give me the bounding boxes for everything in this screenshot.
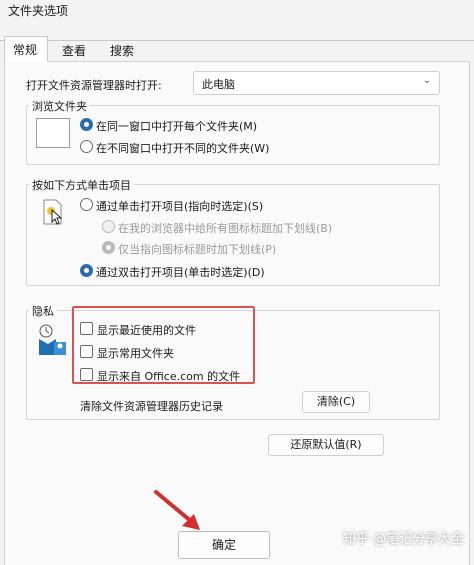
privacy-icon	[36, 322, 68, 356]
click-items-title: 按如下方式单击项目	[29, 177, 134, 193]
chevron-down-icon: ⌄	[422, 75, 431, 86]
radio-double-click-label[interactable]: 通过双击打开项目(单击时选定)(D)	[96, 264, 265, 280]
radio-single-click[interactable]	[80, 198, 93, 211]
window-preview-icon	[36, 118, 70, 148]
radio-new-window-label[interactable]: 在不同窗口中打开不同的文件夹(W)	[96, 140, 269, 156]
tab-search[interactable]: 搜索	[102, 38, 148, 61]
radio-underline-all[interactable]	[102, 220, 115, 233]
radio-underline-hover[interactable]	[102, 241, 115, 254]
privacy-title: 隐私	[29, 303, 57, 319]
radio-double-click[interactable]	[80, 264, 93, 277]
browse-folders-group	[26, 105, 440, 165]
radio-same-window[interactable]	[80, 118, 93, 131]
clear-history-label: 清除文件资源管理器历史记录	[80, 400, 223, 413]
highlight-box	[72, 306, 255, 384]
radio-single-click-label[interactable]: 通过单击打开项目(指向时选定)(S)	[96, 198, 263, 214]
click-pointer-icon	[42, 198, 64, 226]
radio-underline-hover-label[interactable]: 仅当指向图标标题时加下划线(P)	[118, 241, 276, 257]
radio-new-window[interactable]	[80, 140, 93, 153]
tab-view[interactable]: 查看	[54, 38, 96, 61]
clear-history-button[interactable]: 清除(C)	[302, 391, 370, 413]
restore-defaults-button[interactable]: 还原默认值(R)	[268, 434, 384, 456]
open-explorer-value: 此电脑	[202, 78, 235, 91]
window-title: 文件夹选项	[8, 4, 69, 18]
radio-same-window-label[interactable]: 在同一窗口中打开每个文件夹(M)	[96, 118, 257, 134]
watermark: 知乎 @笔记分享大全	[342, 532, 464, 547]
radio-underline-all-label[interactable]: 在我的浏览器中给所有图标标题加下划线(B)	[118, 220, 332, 236]
open-explorer-select[interactable]: 此电脑 ⌄	[193, 71, 440, 95]
browse-folders-title: 浏览文件夹	[29, 98, 90, 114]
open-explorer-label: 打开文件资源管理器时打开:	[26, 79, 162, 92]
red-arrow-icon	[150, 486, 210, 536]
ok-button[interactable]: 确定	[178, 531, 270, 559]
tab-general[interactable]: 常规	[4, 36, 48, 62]
